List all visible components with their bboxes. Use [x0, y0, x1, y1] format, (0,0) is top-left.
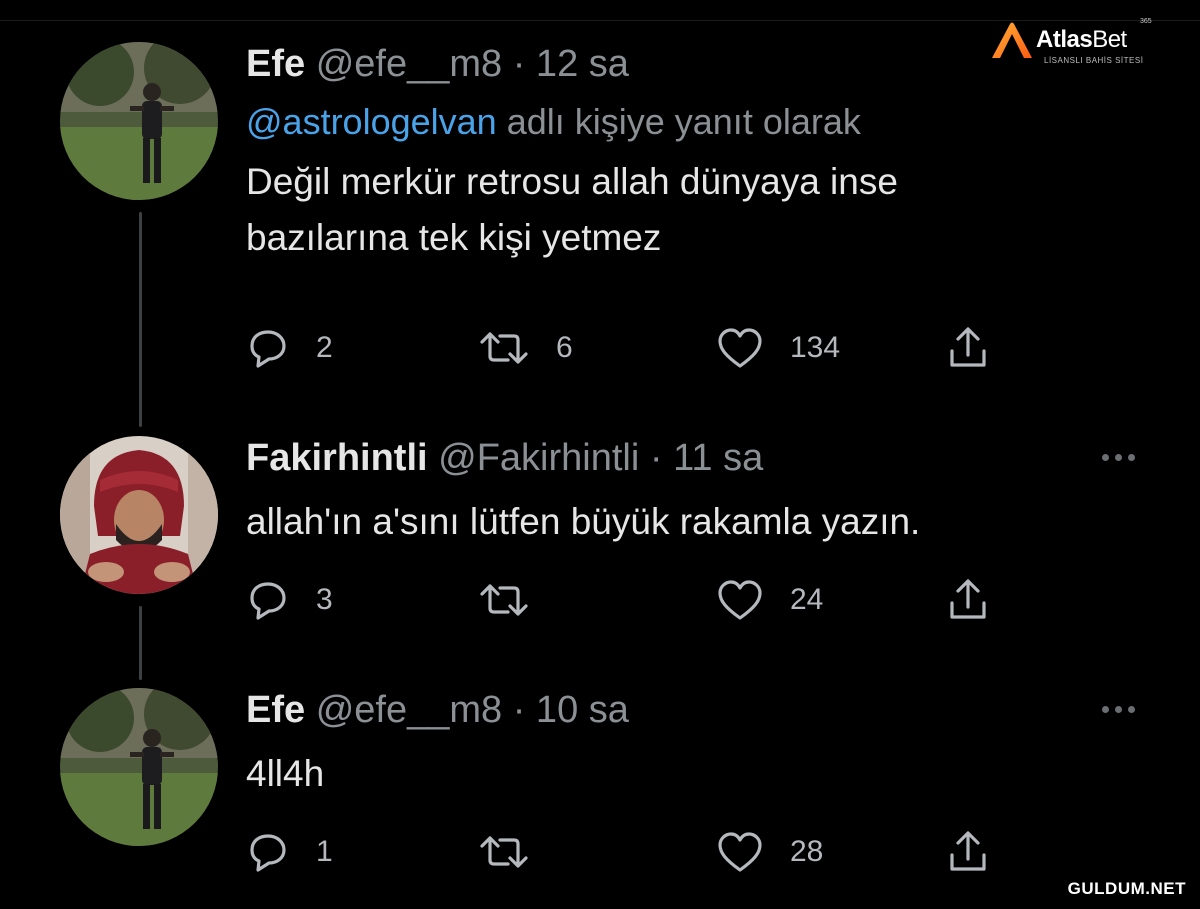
more-dots-icon [1102, 706, 1109, 713]
reply-context: @astrologelvan adlı kişiye yanıt olarak [246, 100, 1160, 144]
like-button[interactable]: 24 [716, 575, 823, 625]
reply-button[interactable]: 2 [246, 323, 333, 373]
more-options-button[interactable] [1102, 454, 1135, 461]
tweet-actions: 2 6 134 [246, 323, 1006, 373]
thread-connector-line [139, 606, 142, 680]
like-count: 28 [790, 835, 824, 868]
more-dots-icon [1115, 706, 1122, 713]
share-icon [950, 831, 986, 871]
reply-mention-link[interactable]: @astrologelvan [246, 101, 497, 142]
share-button[interactable] [946, 575, 990, 625]
display-name[interactable]: Fakirhintli [246, 437, 428, 479]
heart-icon [718, 832, 762, 872]
avatar-fakirhintli[interactable] [60, 436, 218, 594]
tweet-header: Efe @efe__m8 · 12 sa [246, 42, 1160, 86]
logo-badge: 365 [1140, 18, 1152, 25]
display-name[interactable]: Efe [246, 689, 305, 731]
tweet-text-line: 4ll4h [246, 753, 325, 794]
reply-context-label: adlı kişiye yanıt olarak [506, 101, 861, 142]
reply-icon [250, 582, 286, 620]
like-count: 134 [790, 331, 841, 364]
like-count: 24 [790, 583, 824, 616]
share-icon [950, 579, 986, 619]
tweet-text: allah'ın a'sını lütfen büyük rakamla yaz… [246, 494, 1160, 550]
tweet-actions: 3 24 [246, 575, 1006, 625]
reply-count: 2 [316, 331, 333, 364]
handle-time[interactable]: @Fakirhintli · 11 sa [438, 437, 763, 479]
heart-icon [718, 580, 762, 620]
tweet-header: Fakirhintli @Fakirhintli · 11 sa [246, 436, 1160, 480]
display-name[interactable]: Efe [246, 43, 305, 85]
retweet-button[interactable] [478, 827, 556, 877]
tweet-3[interactable]: Efe @efe__m8 · 10 sa 4ll4h [246, 688, 1160, 802]
more-dots-icon [1128, 706, 1135, 713]
like-button[interactable]: 28 [716, 827, 823, 877]
more-options-button[interactable] [1102, 706, 1135, 713]
handle-time[interactable]: @efe__m8 · 12 sa [316, 43, 629, 85]
like-button[interactable]: 134 [716, 323, 840, 373]
retweet-button[interactable] [478, 575, 556, 625]
reply-count: 3 [316, 583, 333, 616]
retweet-count: 6 [556, 331, 573, 364]
tweet-text-line: allah'ın a'sını lütfen büyük rakamla yaz… [246, 501, 921, 542]
share-button[interactable] [946, 323, 990, 373]
retweet-icon [480, 836, 528, 868]
avatar-efe[interactable] [60, 688, 218, 846]
thread-connector-line [139, 212, 142, 427]
tweet-1[interactable]: Efe @efe__m8 · 12 sa @astrologelvan adlı… [246, 42, 1160, 266]
person-in-garden-avatar-icon [60, 42, 218, 200]
share-icon [950, 327, 986, 367]
handle-time[interactable]: @efe__m8 · 10 sa [316, 689, 629, 731]
share-button[interactable] [946, 827, 990, 877]
retweet-button[interactable]: 6 [478, 323, 573, 373]
site-watermark: GULDUM.NET [1067, 879, 1186, 898]
tweet-text: 4ll4h [246, 746, 1160, 802]
person-in-garden-avatar-icon [60, 688, 218, 846]
tweet-actions: 1 28 [246, 827, 1006, 877]
retweet-icon [480, 584, 528, 616]
tweet-text: Değil merkür retrosu allah dünyaya inse … [246, 154, 1160, 266]
more-dots-icon [1115, 454, 1122, 461]
tweet-text-line: Değil merkür retrosu allah dünyaya inse [246, 161, 898, 202]
reply-button[interactable]: 1 [246, 827, 333, 877]
reply-count: 1 [316, 835, 333, 868]
tweet-text-line: bazılarına tek kişi yetmez [246, 217, 662, 258]
reply-button[interactable]: 3 [246, 575, 333, 625]
tweet-2[interactable]: Fakirhintli @Fakirhintli · 11 sa allah'ı… [246, 436, 1160, 550]
more-dots-icon [1102, 454, 1109, 461]
turban-man-avatar-icon [60, 436, 218, 594]
more-dots-icon [1128, 454, 1135, 461]
retweet-icon [480, 332, 528, 364]
reply-icon [250, 330, 286, 368]
tweet-header: Efe @efe__m8 · 10 sa [246, 688, 1160, 732]
avatar-efe[interactable] [60, 42, 218, 200]
heart-icon [718, 328, 762, 368]
reply-icon [250, 834, 286, 872]
